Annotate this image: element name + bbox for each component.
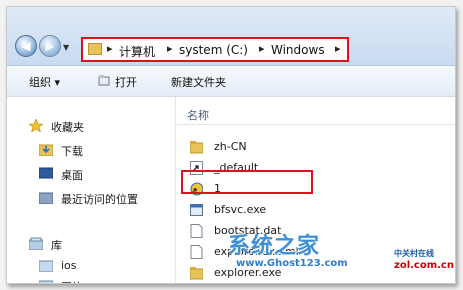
- column-header-name[interactable]: 名称: [187, 107, 209, 123]
- nav-item-label: 下载: [61, 145, 83, 158]
- nav-libraries-label: 库: [51, 239, 62, 252]
- breadcrumb-separator: ▸: [259, 42, 265, 55]
- highlight-box: [181, 170, 313, 194]
- forward-button[interactable]: ▶: [39, 35, 61, 57]
- library-folder-icon: [39, 260, 53, 272]
- file-name: bfsvc.exe: [214, 203, 267, 216]
- open-icon: [98, 75, 110, 86]
- open-button[interactable]: 打开: [115, 74, 137, 90]
- navigation-pane: 收藏夹 下载 桌面 最近访问的位置 库 ios: [7, 97, 176, 283]
- header-divider: [177, 124, 455, 125]
- watermark-url: www.Ghost123.com: [236, 258, 348, 269]
- breadcrumb-separator: ▸: [107, 42, 113, 55]
- file-icon: [190, 245, 203, 259]
- command-bar: 组织 ▾ 打开 新建文件夹: [7, 66, 455, 97]
- breadcrumb-separator: ▸: [167, 42, 173, 55]
- organize-button[interactable]: 组织 ▾: [29, 74, 60, 90]
- file-icon: [190, 224, 203, 238]
- logo-line2: zol.com.cn: [394, 260, 454, 271]
- star-icon: [29, 119, 43, 132]
- history-dropdown-icon[interactable]: ▼: [63, 43, 69, 52]
- breadcrumb-computer[interactable]: 计算机: [119, 43, 155, 60]
- logo-line1: 中关村在线: [394, 249, 434, 258]
- address-field[interactable]: ▸ 计算机 ▸ system (C:) ▸ Windows ▸: [81, 37, 349, 62]
- address-bar-area: ◀ ▶ ▼ ▸ 计算机 ▸ system (C:) ▸ Windows ▸: [7, 7, 455, 66]
- desktop-icon: [39, 167, 53, 179]
- list-item[interactable]: zh-CN: [185, 137, 445, 157]
- folder-icon: [190, 267, 203, 280]
- nav-item-label: ios: [61, 259, 77, 272]
- nav-item-label: 最近访问的位置: [61, 193, 138, 206]
- file-name: zh-CN: [214, 140, 247, 153]
- breadcrumb-drive[interactable]: system (C:): [179, 43, 248, 57]
- folder-icon: [88, 43, 102, 55]
- download-folder-icon: [39, 144, 53, 156]
- list-item[interactable]: bfsvc.exe: [185, 200, 445, 220]
- new-folder-button[interactable]: 新建文件夹: [171, 74, 226, 90]
- breadcrumb-separator: ▸: [335, 42, 341, 55]
- watermark-brand: 系统之家: [228, 234, 321, 259]
- nav-favorites-label: 收藏夹: [51, 121, 84, 134]
- recent-places-icon: [39, 192, 53, 204]
- breadcrumb-windows[interactable]: Windows: [271, 43, 325, 57]
- exe-icon: [190, 204, 203, 216]
- nav-item-label: 图片: [61, 279, 83, 283]
- back-button[interactable]: ◀: [15, 35, 37, 57]
- nav-item-label: 桌面: [61, 169, 83, 182]
- library-icon: [29, 237, 43, 250]
- pictures-icon: [39, 280, 53, 283]
- folder-icon: [190, 141, 203, 154]
